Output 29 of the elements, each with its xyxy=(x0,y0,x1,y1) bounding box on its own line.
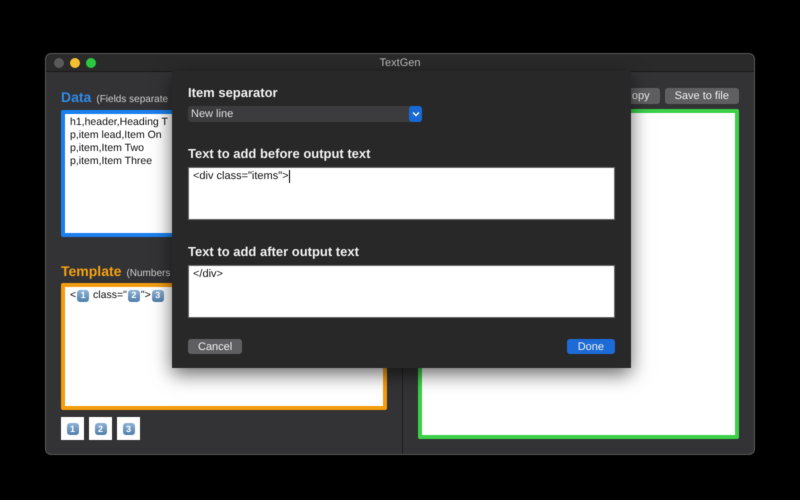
chevron-icon xyxy=(412,111,420,117)
data-label: Data xyxy=(61,89,92,105)
window-title: TextGen xyxy=(380,56,420,68)
after-field[interactable]: </div> xyxy=(188,265,615,318)
save-button[interactable]: Save to file xyxy=(664,88,739,104)
data-hint: (Fields separate xyxy=(96,94,168,105)
template-text: "> xyxy=(140,289,151,302)
template-text: class=" xyxy=(92,289,127,302)
data-line: p,item lead,Item On xyxy=(70,129,162,142)
field-button[interactable]: 2 xyxy=(89,417,112,440)
minimize-button[interactable] xyxy=(70,58,80,68)
data-line: h1,header,Heading T xyxy=(70,116,168,129)
field-button[interactable]: 3 xyxy=(117,417,140,440)
before-field[interactable]: <div class="items"> xyxy=(188,167,615,220)
separator-label: Item separator xyxy=(188,85,279,100)
template-label: Template xyxy=(61,263,122,279)
after-label: Text to add after output text xyxy=(188,244,360,259)
template-hint: (Numbers xyxy=(126,268,170,279)
data-line: p,item,Item Two xyxy=(70,142,144,155)
field-token: 2 xyxy=(128,290,140,302)
field-button[interactable]: 1 xyxy=(61,417,84,440)
separator-select[interactable]: New line xyxy=(188,106,422,122)
field-token: 3 xyxy=(152,290,164,302)
data-line: p,item,Item Three xyxy=(70,155,152,168)
cancel-button[interactable]: Cancel xyxy=(188,339,242,354)
zoom-button[interactable] xyxy=(86,58,96,68)
template-text: < xyxy=(70,289,76,302)
done-button[interactable]: Done xyxy=(566,339,615,354)
field-token: 1 xyxy=(77,290,90,302)
